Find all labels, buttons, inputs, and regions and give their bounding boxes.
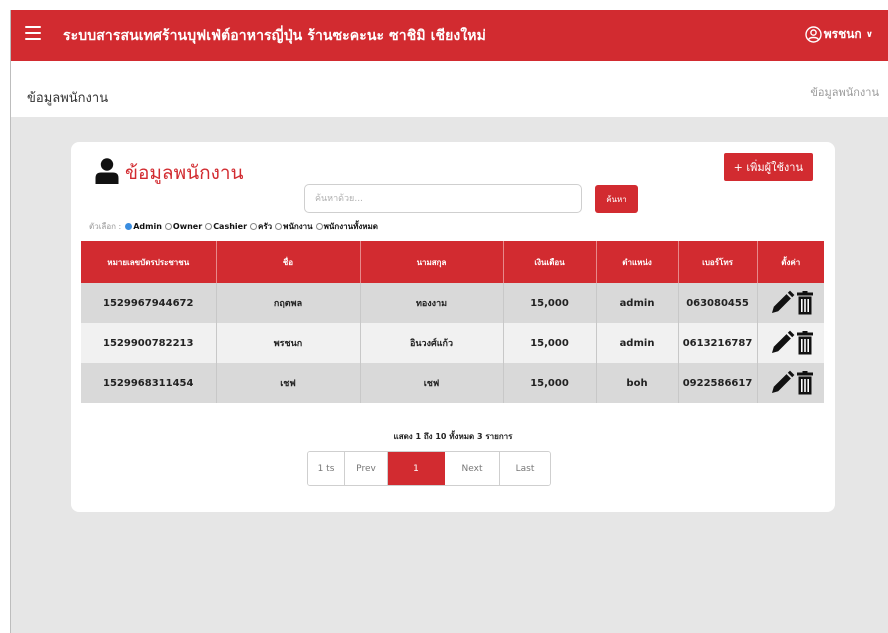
person-icon xyxy=(95,158,119,188)
radio-icon xyxy=(205,223,213,230)
filter-option-admin[interactable]: Admin xyxy=(125,222,162,231)
pencil-icon[interactable] xyxy=(769,290,795,316)
cell-phone: 0922586617 xyxy=(678,363,758,403)
filter-option-owner[interactable]: Owner xyxy=(164,222,202,231)
page-title: ข้อมูลพนักงาน xyxy=(27,91,109,106)
cell-actions xyxy=(757,363,824,403)
trash-icon[interactable] xyxy=(796,331,813,355)
pagination: 1 ts Prev 1 Next Last xyxy=(307,451,551,486)
radio-selected-icon xyxy=(125,223,133,230)
hamburger-icon[interactable] xyxy=(25,26,41,40)
page-prev-button[interactable]: Prev xyxy=(345,452,388,485)
card-header: ข้อมูลพนักงาน xyxy=(95,158,244,188)
add-user-button[interactable]: + เพิ่มผู้ใช้งาน xyxy=(723,153,813,181)
cell-phone: 063080455 xyxy=(678,283,758,323)
cell-last-name: อินวงศ์แก้ว xyxy=(360,323,504,363)
filter-options: ตัวเลือก : Admin Owner Cashier ครัว พนัก… xyxy=(89,220,381,233)
user-menu[interactable]: พรชนก ∨ xyxy=(805,25,873,44)
employee-table: หมายเลขบัตรประชาชน ชื่อ นามสกุล เงินเดือ… xyxy=(81,241,824,403)
cell-id: 1529968311454 xyxy=(81,363,217,403)
table-header-row: หมายเลขบัตรประชาชน ชื่อ นามสกุล เงินเดือ… xyxy=(81,241,824,283)
top-navbar: ระบบสารสนเทศร้านบุฟเฟ่ต์อาหารญี่ปุ่น ร้า… xyxy=(11,10,888,61)
app-title: ระบบสารสนเทศร้านบุฟเฟ่ต์อาหารญี่ปุ่น ร้า… xyxy=(63,28,486,44)
sub-header: ข้อมูลพนักงาน ข้อมูลพนักงาน xyxy=(11,61,888,117)
employee-card: ข้อมูลพนักงาน + เพิ่มผู้ใช้งาน ค้นหา ตัว… xyxy=(71,142,835,512)
column-header-last-name[interactable]: นามสกุล xyxy=(360,241,504,283)
filter-option-all-staff[interactable]: พนักงานทั้งหมด xyxy=(315,220,378,233)
user-name: พรชนก xyxy=(823,27,862,41)
radio-icon xyxy=(250,223,258,230)
column-header-salary[interactable]: เงินเดือน xyxy=(503,241,597,283)
cell-id: 1529900782213 xyxy=(81,323,217,363)
cell-phone: 0613216787 xyxy=(678,323,758,363)
filter-option-kitchen[interactable]: ครัว xyxy=(250,220,272,233)
table-row: 1529900782213 พรชนก อินวงศ์แก้ว 15,000 a… xyxy=(81,323,824,363)
pagination-info: แสดง 1 ถึง 10 ทั้งหมด 3 รายการ xyxy=(393,432,513,441)
chevron-down-icon: ∨ xyxy=(865,29,873,40)
cell-first-name: กฤตพล xyxy=(216,283,361,323)
cell-position: boh xyxy=(596,363,679,403)
pencil-icon[interactable] xyxy=(769,370,795,396)
page-next-button[interactable]: Next xyxy=(445,452,500,485)
column-header-id[interactable]: หมายเลขบัตรประชาชน xyxy=(81,241,217,283)
search-input[interactable] xyxy=(304,184,582,213)
column-header-phone[interactable]: เบอร์โทร xyxy=(678,241,758,283)
radio-icon xyxy=(315,223,323,230)
trash-icon[interactable] xyxy=(796,291,813,315)
cell-actions xyxy=(757,323,824,363)
pencil-icon[interactable] xyxy=(769,330,795,356)
radio-icon xyxy=(275,223,283,230)
cell-position: admin xyxy=(596,323,679,363)
breadcrumb[interactable]: ข้อมูลพนักงาน xyxy=(810,83,879,101)
cell-salary: 15,000 xyxy=(503,363,597,403)
cell-first-name: พรชนก xyxy=(216,323,361,363)
table-row: 1529968311454 เชฟ เชฟ 15,000 boh 0922586… xyxy=(81,363,824,403)
trash-icon[interactable] xyxy=(796,371,813,395)
page-first-button[interactable]: 1 ts xyxy=(308,452,345,485)
cell-actions xyxy=(757,283,824,323)
filter-option-cashier[interactable]: Cashier xyxy=(205,222,247,231)
column-header-settings: ตั้งค่า xyxy=(757,241,824,283)
filter-label: ตัวเลือก : xyxy=(89,222,122,231)
radio-icon xyxy=(164,223,172,230)
table-row: 1529967944672 กฤตพล ทองงาม 15,000 admin … xyxy=(81,283,824,323)
cell-position: admin xyxy=(596,283,679,323)
cell-salary: 15,000 xyxy=(503,283,597,323)
page-last-button[interactable]: Last xyxy=(500,452,550,485)
cell-salary: 15,000 xyxy=(503,323,597,363)
cell-last-name: เชฟ xyxy=(360,363,504,403)
cell-first-name: เชฟ xyxy=(216,363,361,403)
search-button[interactable]: ค้นหา xyxy=(595,185,638,213)
page-current-button[interactable]: 1 xyxy=(388,452,445,485)
filter-option-staff[interactable]: พนักงาน xyxy=(275,220,313,233)
app-frame: ระบบสารสนเทศร้านบุฟเฟ่ต์อาหารญี่ปุ่น ร้า… xyxy=(10,10,888,633)
cell-last-name: ทองงาม xyxy=(360,283,504,323)
column-header-first-name[interactable]: ชื่อ xyxy=(216,241,361,283)
cell-id: 1529967944672 xyxy=(81,283,217,323)
user-circle-icon xyxy=(805,26,822,43)
column-header-position[interactable]: ตำแหน่ง xyxy=(596,241,679,283)
card-title: ข้อมูลพนักงาน xyxy=(125,162,244,184)
